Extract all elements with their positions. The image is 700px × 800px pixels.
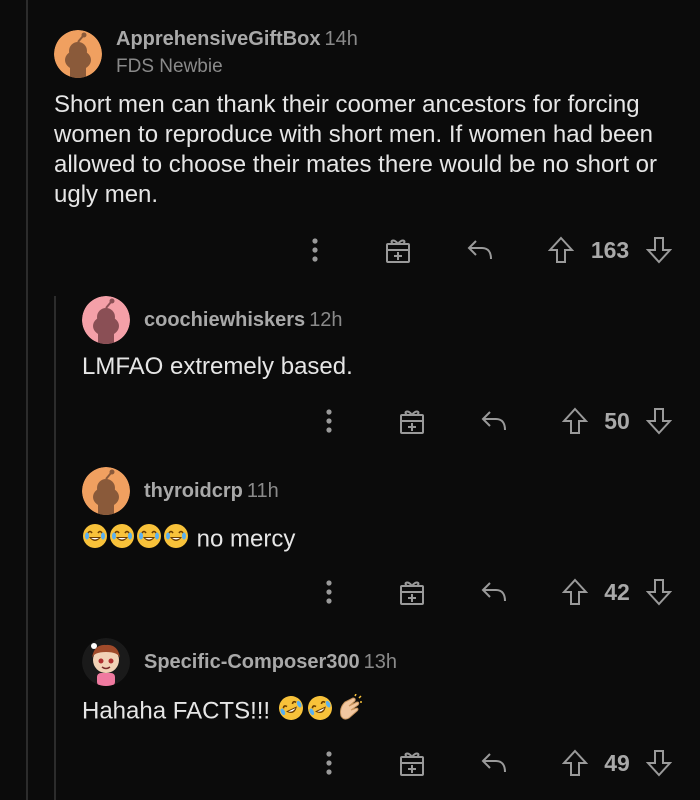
more-vertical-icon[interactable] <box>319 749 339 777</box>
comment-body: no mercy <box>196 525 296 553</box>
more-vertical-icon[interactable] <box>319 578 339 606</box>
timestamp: 11h <box>246 480 279 502</box>
username[interactable]: Specific-Composer300 <box>144 651 360 673</box>
user-flair: FDS Newbie <box>116 56 223 77</box>
vote-score: 163 <box>590 237 630 263</box>
face-with-tears-of-joy-icon <box>136 523 162 557</box>
reply-arrow-icon[interactable] <box>480 579 508 605</box>
upvote-arrow-icon[interactable] <box>548 236 574 264</box>
vote-score: 42 <box>604 579 630 605</box>
avatar-specific-composer300[interactable] <box>82 638 130 686</box>
username[interactable]: thyroidcrp <box>144 480 243 502</box>
gift-award-icon[interactable] <box>398 749 426 777</box>
avatar-apprehensivegiftbox[interactable] <box>54 30 102 78</box>
downvote-arrow-icon[interactable] <box>646 578 672 606</box>
rolling-on-the-floor-laughing-icon <box>277 694 305 730</box>
face-with-tears-of-joy-icon <box>82 523 108 557</box>
comment-3-meta: thyroidcrp 11h <box>144 480 279 503</box>
vote-score: 49 <box>604 750 630 776</box>
timestamp: 14h <box>324 28 358 50</box>
comment-body-row: no mercy <box>82 523 672 557</box>
username[interactable]: coochiewhiskers <box>144 309 305 331</box>
reply-arrow-icon[interactable] <box>480 408 508 434</box>
thread-line-nested <box>54 296 56 800</box>
avatar-thyroidcrp[interactable] <box>82 467 130 515</box>
upvote-arrow-icon[interactable] <box>562 749 588 777</box>
thread-line-root <box>26 0 28 800</box>
downvote-arrow-icon[interactable] <box>646 236 672 264</box>
reply-arrow-icon[interactable] <box>480 750 508 776</box>
clapping-hands-icon <box>335 693 363 730</box>
comment-body: LMFAO extremely based. <box>82 353 353 380</box>
comment-1-meta: ApprehensiveGiftBox 14h <box>116 28 358 51</box>
reply-arrow-icon[interactable] <box>466 237 494 263</box>
downvote-arrow-icon[interactable] <box>646 407 672 435</box>
face-with-tears-of-joy-icon <box>109 523 135 557</box>
gift-award-icon[interactable] <box>398 407 426 435</box>
downvote-arrow-icon[interactable] <box>646 749 672 777</box>
rolling-on-the-floor-laughing-icon <box>306 694 334 730</box>
comment-body: Hahaha FACTS!!! <box>82 697 271 725</box>
timestamp: 13h <box>363 651 398 673</box>
upvote-arrow-icon[interactable] <box>562 407 588 435</box>
timestamp: 12h <box>309 309 343 331</box>
username[interactable]: ApprehensiveGiftBox <box>116 28 320 50</box>
upvote-arrow-icon[interactable] <box>562 578 588 606</box>
comment-2-meta: coochiewhiskers 12h <box>144 309 343 332</box>
face-with-tears-of-joy-icon <box>163 523 189 557</box>
gift-award-icon[interactable] <box>398 578 426 606</box>
comment-4-meta: Specific-Composer300 13h <box>144 651 397 674</box>
avatar-coochiewhiskers[interactable] <box>82 296 130 344</box>
more-vertical-icon[interactable] <box>319 407 339 435</box>
vote-score: 50 <box>604 408 630 434</box>
comment-body-row: Hahaha FACTS!!! <box>82 693 672 730</box>
gift-award-icon[interactable] <box>384 236 412 264</box>
comment-body: Short men can thank their coomer ancesto… <box>54 91 658 208</box>
more-vertical-icon[interactable] <box>305 236 325 264</box>
